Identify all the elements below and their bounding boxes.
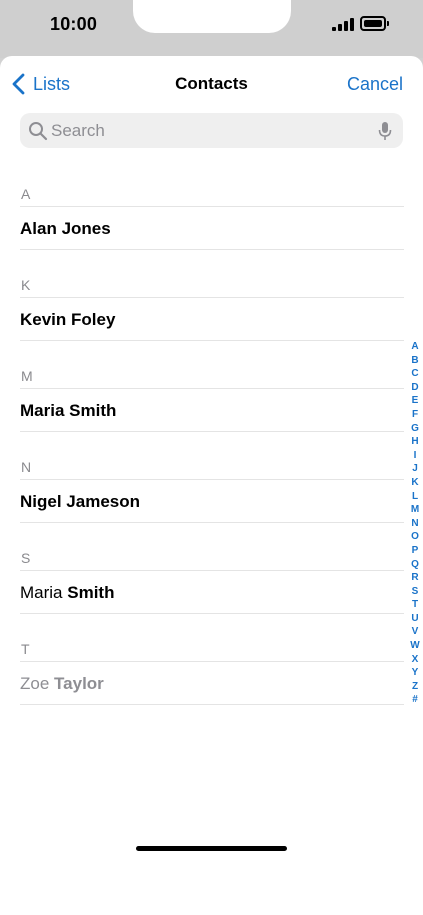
alphabet-index[interactable]: A B C D E F G H I J K L M N O P Q R S T U V W X Y Z # <box>407 340 423 707</box>
section-letter: M <box>21 368 33 384</box>
index-letter[interactable]: V <box>407 625 423 639</box>
contact-last-name: Jameson <box>66 492 140 511</box>
contact-last-name: Foley <box>71 310 116 329</box>
contact-first-name: Alan <box>20 219 57 238</box>
cellular-signal-icon <box>332 18 354 31</box>
section-letter: S <box>21 550 31 566</box>
microphone-icon[interactable] <box>378 121 392 141</box>
section-header: M <box>20 364 404 389</box>
index-letter[interactable]: Z <box>407 680 423 694</box>
index-letter[interactable]: G <box>407 422 423 436</box>
index-letter[interactable]: N <box>407 517 423 531</box>
contact-name: Maria Smith <box>20 583 114 603</box>
index-letter[interactable]: Y <box>407 666 423 680</box>
section-letter: K <box>21 277 31 293</box>
index-letter[interactable]: J <box>407 462 423 476</box>
index-letter[interactable]: A <box>407 340 423 354</box>
index-letter[interactable]: W <box>407 639 423 653</box>
index-letter[interactable]: O <box>407 530 423 544</box>
home-indicator[interactable] <box>136 846 287 851</box>
index-letter[interactable]: B <box>407 354 423 368</box>
index-letter[interactable]: Q <box>407 558 423 572</box>
search-bar[interactable] <box>20 113 403 148</box>
contact-row[interactable]: Maria Smith <box>20 571 404 614</box>
index-letter[interactable]: U <box>407 612 423 626</box>
index-letter[interactable]: K <box>407 476 423 490</box>
contacts-sheet: Lists Contacts Cancel A Alan Jones K Kevin … <box>0 56 423 915</box>
contact-first-name: Maria <box>20 583 63 602</box>
back-button[interactable]: Lists <box>11 72 70 96</box>
contact-name: Maria Smith <box>20 401 116 421</box>
contact-name: Zoe Taylor <box>20 674 104 694</box>
contact-last-name: Taylor <box>54 674 104 693</box>
section-header: K <box>20 273 404 298</box>
search-input[interactable] <box>51 117 361 144</box>
section-letter: T <box>21 641 30 657</box>
navigation-bar: Lists Contacts Cancel <box>0 56 423 114</box>
status-time: 10:00 <box>50 14 98 34</box>
index-letter[interactable]: L <box>407 490 423 504</box>
cancel-button[interactable]: Cancel <box>347 74 403 95</box>
contact-row[interactable]: Zoe Taylor <box>20 662 404 705</box>
contact-first-name: Kevin <box>20 310 67 329</box>
contact-name: Kevin Foley <box>20 310 115 330</box>
index-letter[interactable]: S <box>407 585 423 599</box>
section-letter: A <box>21 186 31 202</box>
contact-last-name: Smith <box>69 401 117 420</box>
section-header: A <box>20 182 404 207</box>
contact-row[interactable]: Nigel Jameson <box>20 480 404 523</box>
battery-icon <box>360 16 390 31</box>
contact-row[interactable]: Maria Smith <box>20 389 404 432</box>
contact-first-name: Nigel <box>20 492 62 511</box>
status-bar: 10:00 <box>0 0 423 58</box>
contact-last-name: Smith <box>67 583 115 602</box>
notch <box>133 0 291 33</box>
index-letter[interactable]: D <box>407 381 423 395</box>
index-letter[interactable]: I <box>407 449 423 463</box>
contact-name: Nigel Jameson <box>20 492 140 512</box>
index-letter[interactable]: P <box>407 544 423 558</box>
index-letter[interactable]: # <box>407 693 423 707</box>
index-letter[interactable]: M <box>407 503 423 517</box>
contact-row[interactable]: Kevin Foley <box>20 298 404 341</box>
index-letter[interactable]: T <box>407 598 423 612</box>
chevron-left-icon <box>12 73 25 95</box>
search-icon <box>29 122 48 141</box>
contact-row[interactable]: Alan Jones <box>20 207 404 250</box>
contact-first-name: Maria <box>20 401 65 420</box>
section-letter: N <box>21 459 32 475</box>
contact-name: Alan Jones <box>20 219 111 239</box>
index-letter[interactable]: E <box>407 394 423 408</box>
contact-first-name: Zoe <box>20 674 50 693</box>
back-button-label: Lists <box>33 73 71 94</box>
index-letter[interactable]: F <box>407 408 423 422</box>
contact-last-name: Jones <box>61 219 111 238</box>
index-letter[interactable]: C <box>407 367 423 381</box>
index-letter[interactable]: H <box>407 435 423 449</box>
section-header: T <box>20 637 404 662</box>
section-header: N <box>20 455 404 480</box>
index-letter[interactable]: R <box>407 571 423 585</box>
index-letter[interactable]: X <box>407 653 423 667</box>
section-header: S <box>20 546 404 571</box>
